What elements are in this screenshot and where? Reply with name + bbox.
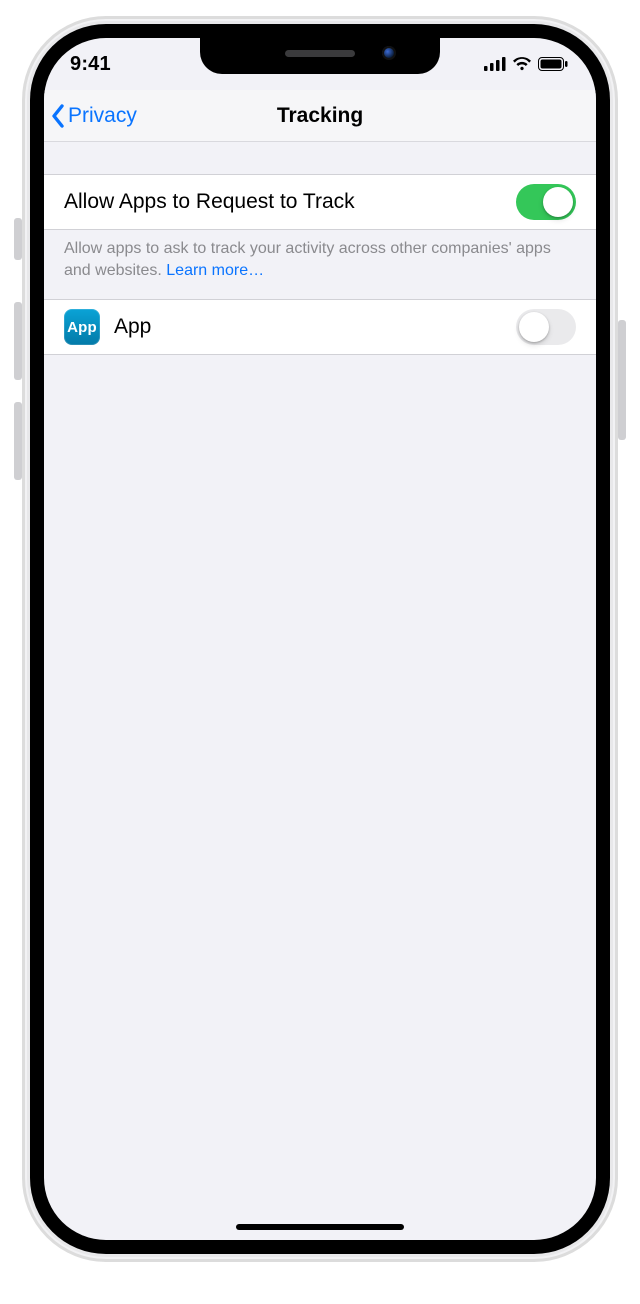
app-icon: App <box>64 309 100 345</box>
toggle-knob <box>543 187 573 217</box>
page-title: Tracking <box>277 104 363 128</box>
chevron-left-icon <box>50 104 66 128</box>
device-stage: 9:41 <box>0 0 640 1304</box>
app-row-left: App App <box>64 309 151 345</box>
notch <box>200 38 440 74</box>
allow-tracking-toggle[interactable] <box>516 184 576 220</box>
app-name: App <box>114 315 151 339</box>
status-right-icons <box>484 57 568 71</box>
speaker-grille <box>285 50 355 57</box>
screen: 9:41 <box>44 38 596 1240</box>
wifi-icon <box>512 57 532 71</box>
navigation-bar: Privacy Tracking <box>44 90 596 142</box>
side-power-button <box>618 320 626 440</box>
status-time: 9:41 <box>70 53 111 76</box>
app-toggle[interactable] <box>516 309 576 345</box>
side-volume-up-button <box>14 302 22 380</box>
toggle-knob <box>519 312 549 342</box>
cellular-icon <box>484 57 506 71</box>
battery-icon <box>538 57 568 71</box>
learn-more-link[interactable]: Learn more… <box>166 262 264 279</box>
side-volume-down-button <box>14 402 22 480</box>
side-silence-switch <box>14 218 22 260</box>
group-spacer <box>44 142 596 174</box>
app-icon-label: App <box>67 319 97 336</box>
app-row: App App <box>44 299 596 355</box>
footer-text: Allow apps to ask to track your activity… <box>64 240 551 279</box>
back-label: Privacy <box>68 104 137 128</box>
tracking-footer-note: Allow apps to ask to track your activity… <box>44 230 596 299</box>
back-button[interactable]: Privacy <box>50 90 137 141</box>
front-camera <box>382 46 396 60</box>
home-indicator[interactable] <box>236 1224 404 1230</box>
content-area: Allow Apps to Request to Track Allow app… <box>44 142 596 355</box>
allow-tracking-row: Allow Apps to Request to Track <box>44 174 596 230</box>
allow-tracking-label: Allow Apps to Request to Track <box>64 190 355 214</box>
